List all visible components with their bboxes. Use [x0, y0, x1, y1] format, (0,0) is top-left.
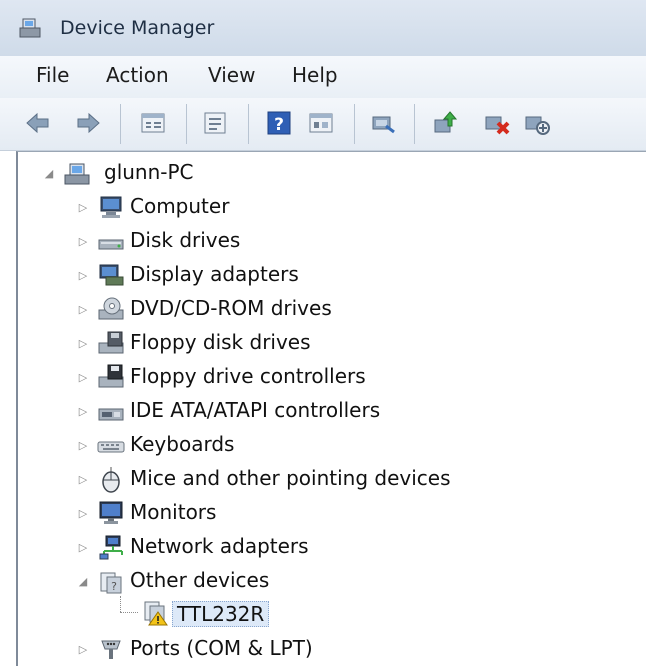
tree-connector-line: [120, 596, 121, 612]
scan-hardware-icon[interactable]: [368, 108, 398, 138]
tree-category-ports[interactable]: ▷ Ports (COM & LPT): [78, 633, 478, 665]
device-manager-app-icon: [19, 18, 41, 38]
expand-arrow-icon[interactable]: ▷: [78, 473, 88, 486]
tree-category-keyboards[interactable]: ▷ Keyboards: [78, 429, 478, 461]
tree-category-label: Computer: [130, 194, 230, 218]
console-tree-icon[interactable]: [306, 108, 336, 138]
menu-file[interactable]: File: [36, 63, 69, 87]
tree-category-label: Mice and other pointing devices: [130, 466, 451, 490]
help-icon[interactable]: ?: [264, 108, 294, 138]
floppy-drive-icon: [98, 331, 124, 354]
tree-category-label: Disk drives: [130, 228, 241, 252]
svg-text:?: ?: [274, 115, 284, 135]
expand-arrow-icon[interactable]: ▷: [78, 235, 88, 248]
tree-category-label: DVD/CD-ROM drives: [130, 296, 332, 320]
tree-device-label: TTL232R: [172, 601, 270, 627]
tree-root-node[interactable]: ◢ glunn-PC: [44, 157, 344, 189]
svg-text:?: ?: [111, 580, 117, 593]
properties-grid-icon[interactable]: [138, 108, 168, 138]
disable-device-icon[interactable]: [522, 108, 552, 138]
expand-arrow-icon[interactable]: ▷: [78, 439, 88, 452]
collapse-arrow-icon[interactable]: ◢: [78, 575, 88, 588]
tree-category-mice[interactable]: ▷ Mice and other pointing devices: [78, 463, 518, 495]
tree-category-display-adapters[interactable]: ▷ Display adapters: [78, 259, 478, 291]
tree-category-label: Display adapters: [130, 262, 299, 286]
toolbar-separator: [120, 104, 121, 144]
expand-arrow-icon[interactable]: ▷: [78, 643, 88, 656]
tree-category-label: Floppy disk drives: [130, 330, 311, 354]
title-bar[interactable]: Device Manager: [0, 0, 646, 56]
toolbar-separator: [354, 104, 355, 144]
tree-category-dvd-cd-rom-drives[interactable]: ▷ DVD/CD-ROM drives: [78, 293, 478, 325]
expand-arrow-icon[interactable]: ▷: [78, 269, 88, 282]
computer-icon: [100, 196, 122, 218]
expand-arrow-icon[interactable]: ▷: [78, 337, 88, 350]
computer-root-icon: [64, 163, 90, 185]
tree-category-floppy-drive-controllers[interactable]: ▷ Floppy drive controllers: [78, 361, 478, 393]
details-icon[interactable]: [200, 108, 230, 138]
expand-arrow-icon[interactable]: ▷: [78, 541, 88, 554]
ports-icon: [101, 640, 121, 659]
tree-category-network-adapters[interactable]: ▷ Network adapters: [78, 531, 478, 563]
tree-category-disk-drives[interactable]: ▷ Disk drives: [78, 225, 478, 257]
expand-arrow-icon[interactable]: ▷: [78, 405, 88, 418]
collapse-arrow-icon[interactable]: ◢: [44, 167, 54, 180]
display-adapter-icon: [99, 264, 124, 286]
tree-category-label: Ports (COM & LPT): [130, 636, 313, 660]
toolbar-separator: [186, 104, 187, 144]
keyboard-icon: [97, 441, 125, 453]
tree-category-computer[interactable]: ▷ Computer: [78, 191, 478, 223]
window-title: Device Manager: [60, 17, 215, 39]
toolbar-separator: [248, 104, 249, 144]
tree-category-floppy-disk-drives[interactable]: ▷ Floppy disk drives: [78, 327, 478, 359]
dvd-drive-icon: [98, 297, 124, 320]
tree-category-monitors[interactable]: ▷ Monitors: [78, 497, 478, 529]
tree-category-label: IDE ATA/ATAPI controllers: [130, 398, 381, 422]
ide-controller-icon: [98, 408, 124, 421]
tree-category-label: Other devices: [130, 568, 270, 592]
monitor-icon: [99, 501, 123, 524]
tree-category-label: Network adapters: [130, 534, 309, 558]
tree-connector-line: [120, 612, 138, 613]
mouse-icon: [102, 467, 120, 493]
tree-category-label: Floppy drive controllers: [130, 364, 366, 388]
menu-help[interactable]: Help: [292, 63, 338, 87]
disk-drive-icon: [98, 239, 124, 250]
other-devices-icon: ?: [100, 572, 122, 594]
unknown-device-warning-icon: [144, 601, 168, 626]
expand-arrow-icon[interactable]: ▷: [78, 201, 88, 214]
menu-action[interactable]: Action: [106, 63, 169, 87]
tree-category-ide-ata-atapi-controllers[interactable]: ▷ IDE ATA/ATAPI controllers: [78, 395, 498, 427]
tree-root-label: glunn-PC: [104, 160, 194, 184]
device-manager-window: Device Manager File Action View Help ? ◢…: [0, 0, 646, 666]
back-icon[interactable]: [22, 108, 52, 138]
network-adapter-icon: [99, 535, 123, 560]
tree-category-label: Keyboards: [130, 432, 235, 456]
floppy-controller-icon: [98, 364, 124, 388]
tree-device-ttl232r[interactable]: TTL232R: [140, 598, 340, 630]
menu-view[interactable]: View: [208, 63, 255, 87]
forward-icon[interactable]: [74, 108, 104, 138]
tree-category-other-devices[interactable]: ◢ ? Other devices: [78, 565, 478, 597]
expand-arrow-icon[interactable]: ▷: [78, 507, 88, 520]
uninstall-icon[interactable]: [482, 108, 512, 138]
expand-arrow-icon[interactable]: ▷: [78, 371, 88, 384]
update-driver-icon[interactable]: [430, 108, 460, 138]
tree-category-label: Monitors: [130, 500, 217, 524]
toolbar-separator: [414, 104, 415, 144]
expand-arrow-icon[interactable]: ▷: [78, 303, 88, 316]
